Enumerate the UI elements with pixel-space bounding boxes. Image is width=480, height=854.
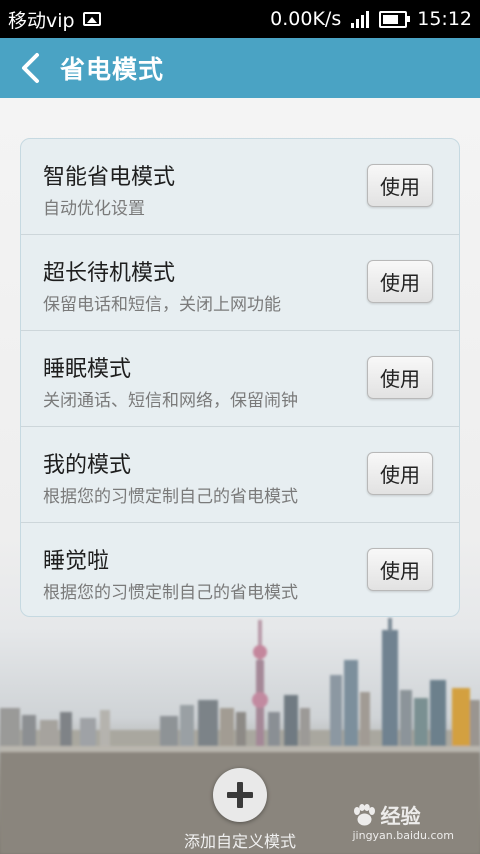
mode-description: 自动优化设置 bbox=[43, 199, 145, 219]
carrier-label: 移动vip bbox=[8, 9, 75, 32]
add-mode-button[interactable] bbox=[213, 768, 267, 822]
mode-title: 智能省电模式 bbox=[43, 165, 176, 190]
battery-icon bbox=[379, 10, 411, 28]
back-icon[interactable] bbox=[0, 38, 60, 98]
image-notification-icon bbox=[82, 12, 101, 26]
use-button[interactable]: 使用 bbox=[367, 452, 433, 495]
paw-logo-icon bbox=[354, 803, 376, 825]
app-bar: 省电模式 bbox=[0, 38, 480, 98]
mode-title: 睡觉啦 bbox=[43, 549, 110, 574]
mode-list-card: 智能省电模式 自动优化设置 使用 超长待机模式 保留电话和短信，关闭上网功能 使… bbox=[20, 138, 460, 617]
mode-description: 关闭通话、短信和网络，保留闹钟 bbox=[43, 391, 298, 411]
mode-description: 根据您的习惯定制自己的省电模式 bbox=[43, 583, 298, 603]
plus-icon bbox=[227, 782, 253, 808]
use-button[interactable]: 使用 bbox=[367, 356, 433, 399]
status-bar: 移动vip 0.00K/s 15:12 bbox=[0, 0, 480, 38]
mode-item-bedtime[interactable]: 睡觉啦 根据您的习惯定制自己的省电模式 使用 bbox=[21, 523, 459, 616]
mode-item-smart[interactable]: 智能省电模式 自动优化设置 使用 bbox=[21, 139, 459, 235]
watermark-brand: 经验 bbox=[380, 804, 421, 828]
network-speed: 0.00K/s bbox=[270, 8, 342, 30]
mode-description: 保留电话和短信，关闭上网功能 bbox=[43, 295, 281, 315]
clock: 15:12 bbox=[417, 8, 472, 30]
baidu-watermark: 经验 jingyan.baidu.com bbox=[352, 800, 454, 842]
mode-item-sleep[interactable]: 睡眠模式 关闭通话、短信和网络，保留闹钟 使用 bbox=[21, 331, 459, 427]
mode-description: 根据您的习惯定制自己的省电模式 bbox=[43, 487, 298, 507]
mode-title: 我的模式 bbox=[43, 453, 132, 478]
signal-icon bbox=[351, 10, 370, 28]
mode-item-my-mode[interactable]: 我的模式 根据您的习惯定制自己的省电模式 使用 bbox=[21, 427, 459, 523]
use-button[interactable]: 使用 bbox=[367, 548, 433, 591]
page-title: 省电模式 bbox=[60, 55, 165, 84]
use-button[interactable]: 使用 bbox=[367, 260, 433, 303]
mode-item-standby[interactable]: 超长待机模式 保留电话和短信，关闭上网功能 使用 bbox=[21, 235, 459, 331]
mode-title: 睡眠模式 bbox=[43, 357, 132, 382]
use-button[interactable]: 使用 bbox=[367, 164, 433, 207]
mode-title: 超长待机模式 bbox=[43, 261, 176, 286]
watermark-url: jingyan.baidu.com bbox=[352, 829, 454, 842]
